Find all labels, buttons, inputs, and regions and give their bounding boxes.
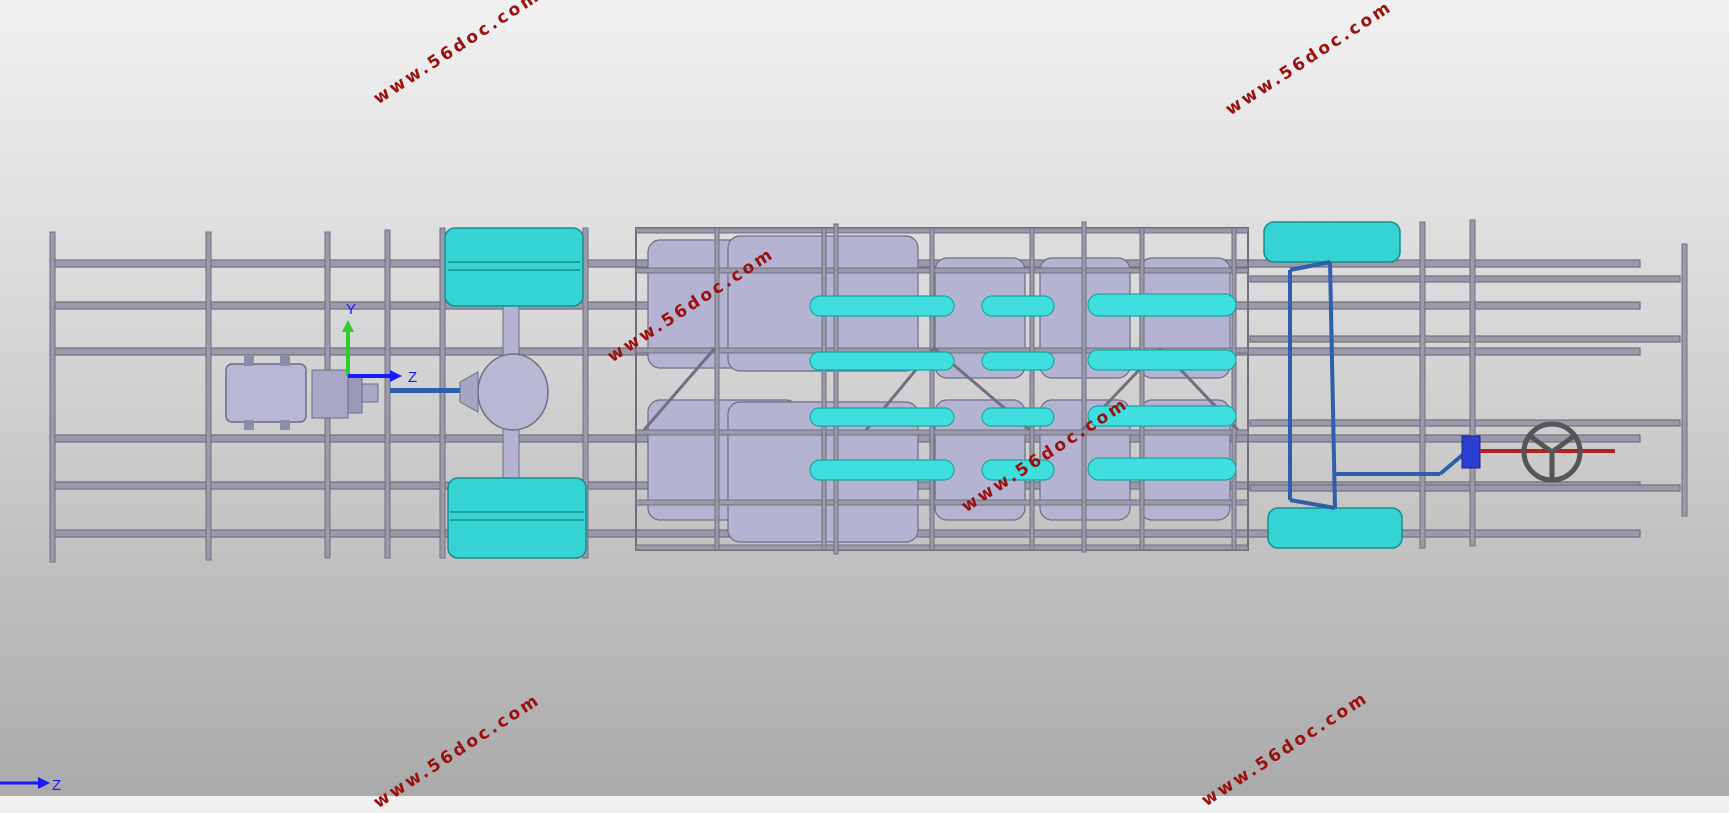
- view-axis-z-label: Z: [52, 777, 61, 794]
- cad-3d-viewport[interactable]: Y Z Z www.56doc.com www.56doc.com www.56…: [0, 0, 1729, 813]
- rear-axle-assembly: [390, 303, 549, 483]
- part-axis-y-label: Y: [346, 301, 356, 318]
- view-orientation-triad: Z: [0, 777, 61, 794]
- electric-motor: [225, 356, 379, 430]
- steering-column: [1461, 421, 1615, 483]
- front-axle-steering: [1288, 260, 1468, 510]
- part-axis-triad: Y Z: [342, 301, 417, 386]
- part-axis-z-label: Z: [408, 369, 417, 386]
- chassis-assembly-model: Y Z Z: [0, 219, 1688, 794]
